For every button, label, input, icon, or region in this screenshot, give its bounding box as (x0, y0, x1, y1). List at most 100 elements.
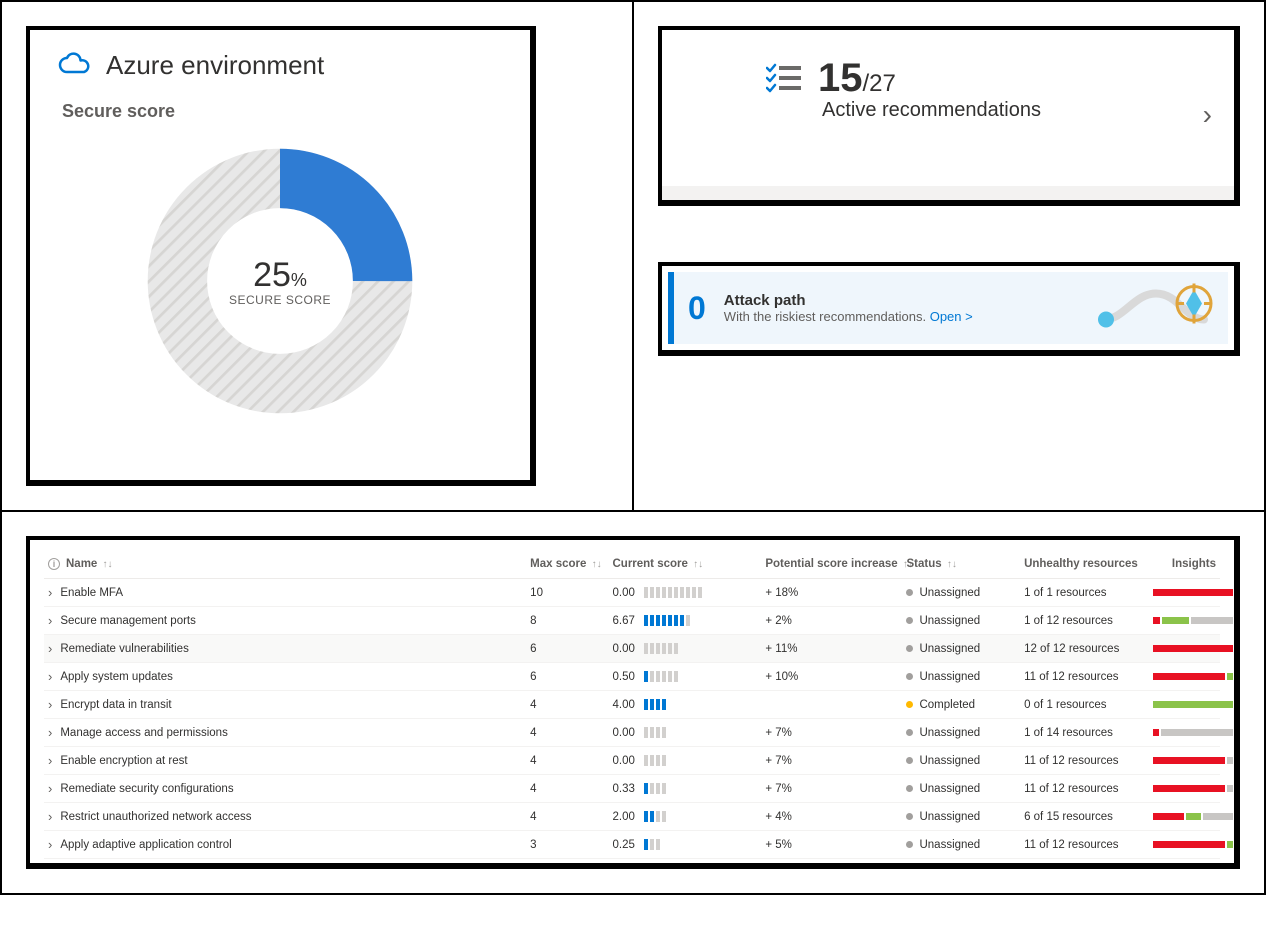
row-name: Secure management ports (60, 615, 196, 627)
score-bars (644, 587, 702, 598)
row-unhealthy: 1 of 1 resources (1024, 587, 1145, 599)
col-header-current-score[interactable]: Current score ↑↓ (608, 550, 761, 579)
table-row[interactable]: ›Apply adaptive application control30.25… (44, 831, 1220, 859)
row-status: Unassigned (919, 811, 980, 823)
expand-chevron-icon[interactable]: › (48, 585, 52, 600)
row-max-score: 4 (526, 691, 608, 719)
attack-path-title: Attack path (724, 292, 973, 309)
row-max-score: 4 (526, 719, 608, 747)
row-unhealthy: 0 of 1 resources (1024, 699, 1145, 711)
attack-path-card[interactable]: 0 Attack path With the riskiest recommen… (658, 262, 1240, 356)
table-row[interactable]: ›Remediate vulnerabilities60.00+ 11%Unas… (44, 635, 1220, 663)
row-name: Remediate security configurations (60, 783, 233, 795)
health-bar (1153, 813, 1233, 820)
row-max-score: 10 (526, 579, 608, 607)
row-unhealthy: 1 of 14 resources (1024, 727, 1145, 739)
score-bars (644, 811, 666, 822)
row-potential-increase: + 7% (761, 719, 902, 747)
row-unhealthy: 1 of 12 resources (1024, 615, 1145, 627)
row-name: Encrypt data in transit (60, 699, 171, 711)
table-row[interactable]: ›Enable MFA100.00+ 18%Unassigned1 of 1 r… (44, 579, 1220, 607)
reco-footer-bar (662, 186, 1234, 200)
attack-path-open-link[interactable]: Open > (930, 309, 973, 324)
score-bars (644, 615, 690, 626)
table-row[interactable]: › Manage access and permissions 4 0.00 + 7% U… (44, 719, 1220, 747)
active-recommendations-card[interactable]: 15/27 Active recommendations › (658, 26, 1240, 206)
row-max-score: 6 (526, 635, 608, 663)
status-dot-icon (906, 645, 913, 652)
recommendations-table-card: iName ↑↓ Max score ↑↓ Current score ↑↓ P… (26, 536, 1240, 869)
row-unhealthy: 11 of 12 resources (1024, 755, 1145, 767)
expand-chevron-icon[interactable]: › (48, 613, 52, 628)
table-row[interactable]: ›Encrypt data in transit44.00Completed0 … (44, 691, 1220, 719)
row-potential-increase: + 5% (761, 831, 902, 859)
col-header-unhealthy[interactable]: Unhealthy resources (1020, 550, 1149, 579)
row-status: Unassigned (919, 755, 980, 767)
row-potential-increase: + 7% (761, 747, 902, 775)
row-potential-increase: + 11% (761, 635, 902, 663)
row-max-score: 4 (526, 803, 608, 831)
health-bar (1153, 701, 1233, 708)
row-status: Unassigned (919, 839, 980, 851)
row-name: Apply system updates (60, 671, 173, 683)
row-max-score: 4 (526, 775, 608, 803)
table-row[interactable]: ›Apply system updates60.50+ 10%Unassigne… (44, 663, 1220, 691)
row-unhealthy: 6 of 15 resources (1024, 811, 1145, 823)
col-header-max-score[interactable]: Max score ↑↓ (526, 550, 608, 579)
table-row[interactable]: ›Restrict unauthorized network access42.… (44, 803, 1220, 831)
col-header-status[interactable]: Status ↑↓ (902, 550, 1020, 579)
expand-chevron-icon[interactable]: › (48, 697, 52, 712)
row-name: Restrict unauthorized network access (60, 811, 251, 823)
row-unhealthy: 11 of 12 resources (1024, 839, 1145, 851)
health-bar (1153, 673, 1233, 680)
row-max-score: 6 (526, 663, 608, 691)
expand-chevron-icon[interactable]: › (48, 669, 52, 684)
health-bar (1153, 729, 1233, 736)
row-potential-increase: + 10% (761, 663, 902, 691)
row-current-score: 0.00 (612, 587, 638, 599)
table-row[interactable]: › Secure management ports 8 6.67 + 2% Unassig… (44, 607, 1220, 635)
row-status: Unassigned (919, 671, 980, 683)
row-unhealthy: 12 of 12 resources (1024, 643, 1145, 655)
row-name: Manage access and permissions (60, 727, 227, 739)
score-bars (644, 671, 678, 682)
row-max-score: 8 (526, 607, 608, 635)
col-header-potential[interactable]: Potential score increase ↑↓ (761, 550, 902, 579)
expand-chevron-icon[interactable]: › (48, 725, 52, 740)
row-current-score: 4.00 (612, 699, 638, 711)
expand-chevron-icon[interactable]: › (48, 641, 52, 656)
health-bar (1153, 757, 1233, 764)
row-potential-increase: + 7% (761, 775, 902, 803)
status-dot-icon (906, 841, 913, 848)
status-dot-icon (906, 617, 913, 624)
row-max-score: 3 (526, 831, 608, 859)
chevron-right-icon[interactable]: › (1203, 99, 1212, 131)
row-status: Unassigned (919, 727, 980, 739)
score-bars (644, 643, 678, 654)
row-name: Apply adaptive application control (60, 839, 231, 851)
row-current-score: 0.00 (612, 727, 638, 739)
expand-chevron-icon[interactable]: › (48, 809, 52, 824)
expand-chevron-icon[interactable]: › (48, 781, 52, 796)
attack-path-subtitle: With the riskiest recommendations. Open … (724, 309, 973, 324)
attack-path-count: 0 (688, 290, 706, 327)
row-name: Enable encryption at rest (60, 755, 187, 767)
col-header-insights[interactable]: Insights (1149, 550, 1220, 579)
recommendations-table: iName ↑↓ Max score ↑↓ Current score ↑↓ P… (44, 550, 1220, 859)
info-icon[interactable]: i (48, 558, 60, 570)
attack-path-illustration-icon (1094, 276, 1224, 341)
row-unhealthy: 11 of 12 resources (1024, 783, 1145, 795)
status-dot-icon (906, 757, 913, 764)
expand-chevron-icon[interactable]: › (48, 837, 52, 852)
col-header-name[interactable]: iName ↑↓ (44, 550, 526, 579)
row-current-score: 6.67 (612, 615, 638, 627)
checklist-icon (766, 63, 802, 95)
table-row[interactable]: ›Enable encryption at rest40.00+ 7%Unass… (44, 747, 1220, 775)
row-status: Unassigned (919, 643, 980, 655)
row-status: Unassigned (919, 615, 980, 627)
row-potential-increase: + 2% (761, 607, 902, 635)
status-dot-icon (906, 589, 913, 596)
table-row[interactable]: ›Remediate security configurations40.33+… (44, 775, 1220, 803)
reco-total: /27 (863, 70, 896, 97)
expand-chevron-icon[interactable]: › (48, 753, 52, 768)
